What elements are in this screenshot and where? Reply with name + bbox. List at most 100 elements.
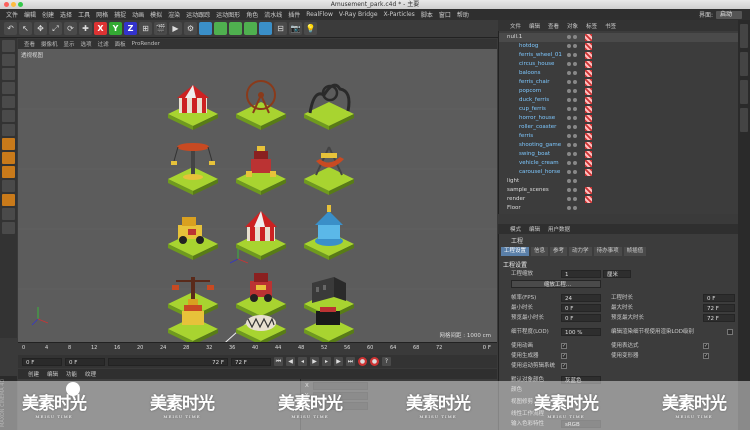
make-editable-icon[interactable] (2, 40, 15, 52)
menu-item[interactable]: 编辑 (24, 10, 36, 19)
material-tag-icon[interactable] (585, 88, 592, 95)
attribute-tab[interactable]: 帧插值 (623, 247, 647, 256)
use-generators-checkbox[interactable]: ✓ (561, 353, 567, 359)
menu-item[interactable]: 帮助 (457, 10, 469, 19)
swing-boat-model[interactable] (304, 146, 354, 195)
go-to-end-icon[interactable]: ⏭ (346, 357, 355, 366)
end-frame-field-2[interactable]: 72 F (231, 357, 271, 366)
visibility-dots-icon[interactable] (567, 170, 581, 175)
visibility-dots-icon[interactable] (567, 188, 581, 193)
visibility-dots-icon[interactable] (567, 107, 581, 112)
material-tag-icon[interactable] (585, 70, 592, 77)
visibility-dots-icon[interactable] (567, 89, 581, 94)
menu-item[interactable]: X-Particles (384, 11, 415, 18)
subdivision-icon[interactable] (229, 22, 242, 35)
object-menu-item[interactable]: 标签 (586, 22, 597, 30)
visibility-dots-icon[interactable] (567, 44, 581, 49)
menu-item[interactable]: 角色 (246, 10, 258, 19)
visibility-dots-icon[interactable] (567, 62, 581, 67)
material-menu-item[interactable]: 功能 (66, 370, 77, 378)
play-icon[interactable]: ▶ (310, 357, 319, 366)
carousel-tent-model[interactable] (236, 211, 286, 260)
material-menu-item[interactable]: 编辑 (47, 370, 58, 378)
project-length-field[interactable]: 0 F (703, 294, 735, 302)
visibility-dots-icon[interactable] (567, 116, 581, 121)
perspective-viewport[interactable]: 透视视图 网格间距: 1000 cm (18, 49, 497, 342)
scale-unit-dropdown[interactable]: 厘米 (603, 270, 631, 278)
attribute-tab[interactable]: 参考 (550, 247, 568, 256)
viewport-menu-item[interactable]: 过滤 (98, 40, 109, 48)
scale-icon[interactable]: ⤢ (49, 22, 62, 35)
coord-x-field[interactable] (313, 382, 368, 390)
side-tab-structure[interactable] (740, 80, 748, 104)
material-tag-icon[interactable] (585, 133, 592, 140)
preview-min-field[interactable]: 0 F (561, 314, 601, 322)
visibility-dots-icon[interactable] (567, 80, 581, 85)
recent-tool-icon[interactable]: ✚ (79, 22, 92, 35)
visibility-dots-icon[interactable] (567, 206, 581, 211)
lod-render-checkbox[interactable] (727, 329, 733, 335)
start-frame-field-2[interactable]: 0 F (65, 357, 105, 366)
prev-key-icon[interactable]: ◀ (286, 357, 295, 366)
solo-icon[interactable] (2, 208, 15, 220)
visibility-dots-icon[interactable] (567, 134, 581, 139)
deformer-icon[interactable] (259, 22, 272, 35)
shooting-game-model[interactable] (236, 273, 286, 320)
side-tab-layers[interactable] (740, 108, 748, 132)
end-frame-field[interactable]: 72 F (108, 357, 228, 366)
material-tag-icon[interactable] (585, 79, 592, 86)
use-motion-system-checkbox[interactable]: ✓ (561, 363, 567, 369)
visibility-dots-icon[interactable] (567, 53, 581, 58)
timeline[interactable]: 0 4 8 12 16 20 24 28 32 36 40 44 48 52 56 60 64 68 72 0 F (18, 342, 497, 355)
visibility-dots-icon[interactable] (567, 152, 581, 157)
keyframe-selection-icon[interactable]: ? (382, 357, 391, 366)
attribute-tab[interactable]: 工程设置 (501, 247, 530, 256)
prev-frame-icon[interactable]: ◂ (298, 357, 307, 366)
object-row[interactable]: vehicle_cream (499, 159, 739, 168)
object-menu-item[interactable]: 文件 (510, 22, 521, 30)
roller-coaster-model[interactable] (304, 83, 354, 130)
viewport-menu-item[interactable]: 查看 (24, 40, 35, 48)
object-row[interactable]: hotdog (499, 42, 739, 51)
max-length-field[interactable]: 72 F (703, 304, 735, 312)
fps-field[interactable]: 24 (561, 294, 601, 302)
start-frame-field[interactable]: 0 F (22, 357, 62, 366)
cup-ride-model[interactable] (236, 146, 286, 195)
scale-field[interactable]: 1 (561, 270, 601, 278)
object-row[interactable]: roller_coaster (499, 123, 739, 132)
tweak-mode-icon[interactable] (2, 152, 15, 164)
visibility-dots-icon[interactable] (567, 71, 581, 76)
object-row[interactable]: duck_ferris (499, 96, 739, 105)
menu-item[interactable]: 文件 (6, 10, 18, 19)
object-row[interactable]: popcorn (499, 87, 739, 96)
object-row[interactable]: light (499, 177, 739, 186)
model-mode-icon[interactable] (2, 54, 15, 66)
attribute-tab[interactable]: 动力学 (569, 247, 592, 256)
material-tag-icon[interactable] (585, 187, 592, 194)
render-view-icon[interactable]: 🎬 (154, 22, 167, 35)
dark-booth-model[interactable] (304, 307, 354, 342)
material-tag-icon[interactable] (585, 160, 592, 167)
input-color-dropdown[interactable]: sRGB (561, 420, 601, 428)
array-icon[interactable] (244, 22, 257, 35)
menu-item[interactable]: RealFlow (306, 11, 333, 18)
viewport-menu-item[interactable]: 面板 (115, 40, 126, 48)
material-menu-item[interactable]: 纹理 (85, 370, 96, 378)
menu-item[interactable]: 动画 (132, 10, 144, 19)
object-row[interactable]: baloons (499, 69, 739, 78)
visibility-dots-icon[interactable] (567, 98, 581, 103)
attribute-menu-item[interactable]: 模式 (510, 225, 521, 233)
object-menu-item[interactable]: 编辑 (529, 22, 540, 30)
object-row[interactable]: sample_scenes (499, 186, 739, 195)
side-tab-objects[interactable] (740, 24, 748, 48)
object-row[interactable]: Floor (499, 204, 739, 213)
material-tag-icon[interactable] (585, 196, 592, 203)
carousel-horse-model[interactable] (304, 205, 354, 260)
object-row[interactable]: ferris_wheel_01 (499, 51, 739, 60)
go-to-start-icon[interactable]: ⏮ (274, 357, 283, 366)
menu-item[interactable]: 网格 (96, 10, 108, 19)
visibility-dots-icon[interactable] (567, 35, 581, 40)
pen-spline-icon[interactable] (214, 22, 227, 35)
next-key-icon[interactable]: ▶ (334, 357, 343, 366)
ferris-wheel-model[interactable] (236, 80, 286, 130)
